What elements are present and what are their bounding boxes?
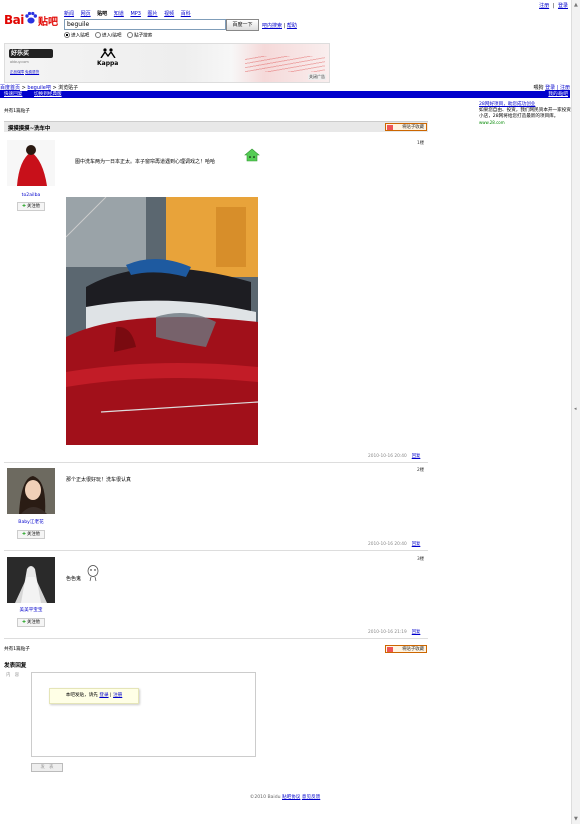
search-input[interactable]: beguile (64, 19, 226, 30)
smiley-emoticon-icon (244, 148, 260, 162)
my-ibar-link[interactable]: 我的i贴吧 (548, 91, 568, 98)
post-username[interactable]: Baby江老花 (7, 519, 55, 525)
follow-button[interactable]: ✚ 关注他 (17, 530, 45, 539)
paw-icon (25, 11, 37, 24)
reply-content-label: 内 容 (6, 673, 20, 678)
submit-button[interactable]: 发 表 (31, 763, 63, 772)
top-links: 注册 | 登录 (539, 3, 568, 9)
collect-button-bottom[interactable]: 将贴子收藏 (385, 645, 427, 653)
side-ad-url[interactable]: www.28.com (479, 120, 571, 126)
footer: ©2010 Baidu 贴吧协议 意见反馈 (0, 794, 570, 800)
login-tip: 本吧发贴，请先 登录 | 注册 (49, 688, 139, 704)
avatar[interactable] (7, 140, 55, 186)
post-count: 共有1篇贴子 (4, 109, 30, 114)
crumb-right: 喂狗 登录 | 注册 (533, 85, 571, 91)
scroll-down-icon[interactable]: ▼ (574, 816, 578, 822)
post-divider (4, 462, 428, 463)
breadcrumb: 百度首页 > beguile吧 > 浏览贴子 喂狗 登录 | 注册 (0, 85, 571, 91)
okbuy-domain: okbuy.com (10, 60, 29, 64)
thread-title: 摸摸摸摸~洗车中 (8, 126, 51, 132)
reply-textarea[interactable] (31, 672, 256, 757)
baidu-tieba-logo[interactable]: Bai 贴吧 (4, 9, 60, 31)
banner-decoration (245, 56, 325, 72)
close-ad-button[interactable]: 关闭广告 (308, 74, 326, 80)
kappa-icon (100, 48, 116, 59)
classic-view-link[interactable]: 切换到经典版 (34, 91, 62, 98)
reply-link[interactable]: 回复 (412, 454, 421, 459)
post-time: 2010-10-16 21:19 (368, 630, 407, 635)
okbuy-logo: 好乐买 (9, 49, 53, 58)
post-username[interactable]: 美美平宝宝 (7, 607, 55, 613)
follow-button[interactable]: ✚ 关注他 (17, 202, 45, 211)
login-link[interactable]: 登录 (558, 3, 568, 9)
reply-title: 发表回复 (4, 663, 27, 669)
post-count-bottom: 共有1篇贴子 (4, 647, 30, 652)
nav-mp3[interactable]: MP3 (130, 11, 141, 17)
radio-post-search[interactable]: 贴子搜索 (126, 32, 152, 39)
avatar[interactable] (7, 557, 55, 603)
post-meta: 2010-10-16 21:19 回复 (368, 629, 420, 635)
search-links: 吧内搜索 | 帮助 (262, 23, 297, 29)
footer-feedback-link[interactable]: 意见反馈 (302, 795, 320, 800)
side-ad-body: 如果您自由、投资，我们网民资本开一家投资小店，28网将给您打造最新的项目库。 (479, 108, 571, 119)
footer-agreement-link[interactable]: 贴吧协议 (282, 795, 300, 800)
radio-enter-ibar[interactable]: 进入i贴吧 (94, 32, 122, 39)
nav-tieba: 贴吧 (97, 11, 108, 17)
post-text: 那个正太很好玩！洗车很认真 (66, 477, 132, 483)
nav-zhidao[interactable]: 知道 (114, 11, 124, 17)
nav-images[interactable]: 图片 (148, 11, 158, 17)
post-meta: 2010-10-16 20:40 回复 (368, 541, 420, 547)
tip-login-link[interactable]: 登录 (99, 693, 108, 698)
post-text: 图中洗车两为一日本正太。本子窗帘再道遇到心理调戏之！哈哈 (75, 159, 216, 165)
follow-button[interactable]: ✚ 关注他 (17, 618, 45, 627)
search-button[interactable]: 百度一下 (226, 19, 259, 31)
search-mode-radios: 进入贴吧 进入i贴吧 贴子搜索 (64, 32, 156, 39)
quick-reply-link[interactable]: 快速回复 (4, 91, 22, 98)
copyright: ©2010 Baidu (249, 795, 281, 800)
in-bar-search-link[interactable]: 吧内搜索 (262, 23, 282, 29)
collect-button[interactable]: 将贴子收藏 (385, 123, 427, 131)
reply-link[interactable]: 回复 (412, 630, 421, 635)
logo-tieba-text: 贴吧 (38, 17, 58, 28)
kappa-logo: Kappa (97, 48, 118, 67)
nav-news[interactable]: 新闻 (64, 11, 74, 17)
scroll-up-icon[interactable]: ▲ (574, 2, 578, 8)
blue-toolbar: 快速回复 切换到经典版 我的i贴吧 (0, 91, 570, 98)
emoticon-icon (87, 565, 99, 582)
post-time: 2010-10-16 20:40 (368, 454, 407, 459)
post-time: 2010-10-16 20:40 (368, 542, 407, 547)
nav-video[interactable]: 视频 (164, 11, 174, 17)
floor-number: 3楼 (417, 557, 425, 562)
car-photo (66, 197, 258, 445)
floor-number: 1楼 (417, 141, 425, 146)
nav-baike[interactable]: 百科 (181, 11, 191, 17)
post-divider (4, 550, 428, 551)
post-divider (4, 638, 428, 639)
help-link[interactable]: 帮助 (287, 23, 297, 29)
product-nav: 新闻 网页 贴吧 知道 MP3 图片 视频 百科 (64, 10, 196, 17)
post-text: 色色鬼 (66, 576, 82, 582)
radio-enter-bar[interactable]: 进入贴吧 (64, 32, 89, 39)
floor-number: 2楼 (417, 468, 425, 473)
banner-ad[interactable]: 好乐买 okbuy.com Kappa 正品保障 免费退货 关闭广告 (4, 43, 330, 83)
scroll-thumb-icon[interactable]: ◂ (574, 406, 577, 412)
banner-bottom-links: 正品保障 免费退货 (10, 70, 40, 74)
thread-header: 摸摸摸摸~洗车中 将贴子收藏 (4, 121, 428, 132)
vertical-scrollbar[interactable]: ▲ ◂ ▼ (571, 0, 580, 824)
reply-link[interactable]: 回复 (412, 542, 421, 547)
register-link[interactable]: 注册 (539, 3, 549, 9)
side-ad[interactable]: 28网好项目，助您成功创业 如果您自由、投资，我们网民资本开一家投资小店，28网… (479, 102, 571, 126)
avatar[interactable] (7, 468, 55, 514)
logo-bai-text: Bai (4, 13, 24, 27)
post-username[interactable]: to2ailba (7, 193, 55, 198)
post-meta: 2010-10-16 20:40 回复 (368, 453, 420, 459)
nav-web[interactable]: 网页 (81, 11, 91, 17)
tip-register-link[interactable]: 注册 (113, 693, 122, 698)
